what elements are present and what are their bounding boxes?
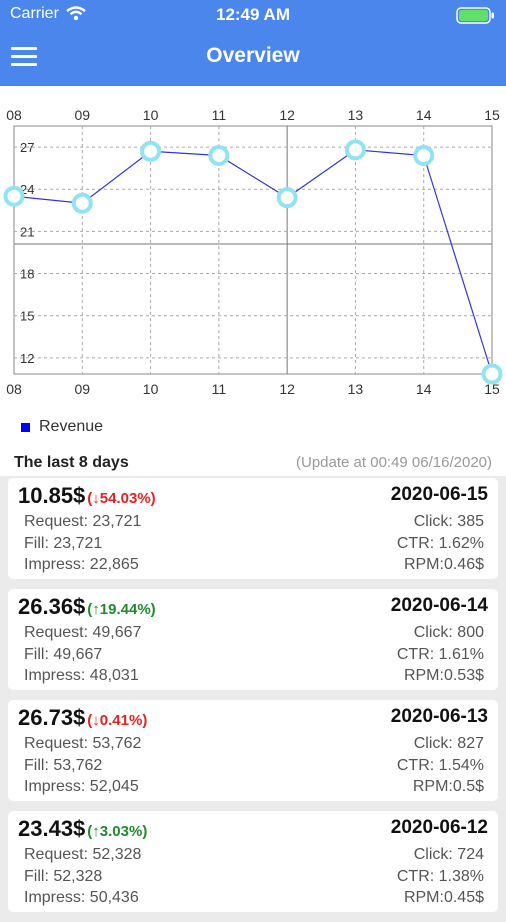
x-tick-label: 11 [212,381,227,397]
revenue-change: (↓54.03%) [87,490,156,507]
request-count: Request: 23,721 [24,513,142,530]
section-title: The last 8 days [14,454,129,471]
x-tick-label: 11 [212,107,227,123]
rpm-value: RPM:0.46$ [403,556,484,573]
click-count: Click: 385 [413,513,484,530]
x-tick-label: 12 [279,107,295,123]
x-tick-label: 08 [6,381,22,397]
clock-time: 12:49 AM [215,5,290,24]
data-point [413,145,435,167]
navigation-bar: Overview [0,30,506,86]
x-tick-label: 13 [348,107,364,123]
data-point [208,145,230,167]
ctr-value: CTR: 1.61% [396,645,484,663]
x-tick-label: 15 [484,107,500,123]
y-tick-label: 15 [20,309,34,324]
data-point [3,185,25,207]
y-tick-label: 27 [20,140,34,155]
y-tick-label: 12 [20,351,34,366]
revenue-series-line [13,149,493,375]
click-count: Click: 724 [413,846,484,863]
rpm-value: RPM:0.5$ [412,778,484,795]
revenue-value: 26.36$ [18,594,86,619]
revenue-value: 23.43$ [18,816,86,841]
report-date: 2020-06-12 [390,817,488,838]
ctr-value: CTR: 1.38% [396,867,484,885]
impress-count: Impress: 50,436 [24,889,139,906]
impress-count: Impress: 52,045 [24,778,139,795]
status-bar: Carrier 12:49 AM [0,0,506,30]
click-count: Click: 827 [413,735,484,752]
y-tick-label: 21 [20,224,34,239]
fill-count: Fill: 23,721 [24,534,103,552]
x-tick-label: 09 [74,107,90,123]
data-point [481,363,503,385]
fill-count: Fill: 49,667 [24,645,103,663]
chart-legend: Revenue [21,418,103,436]
data-point [276,187,298,209]
line-chart: 0808090910101111121213131414151512151821… [3,107,503,397]
request-count: Request: 53,762 [24,735,142,752]
ctr-value: CTR: 1.54% [396,756,484,774]
fill-count: Fill: 53,762 [24,756,103,774]
day-card[interactable]: 26.73$ (↓0.41%) 2020-06-13 Request: 53,76… [8,700,498,801]
report-date: 2020-06-13 [390,706,488,727]
legend-label: Revenue [39,418,104,435]
data-point [140,140,162,162]
day-card[interactable]: 26.36$ (↑19.44%) 2020-06-14 Request: 49,6… [8,589,498,690]
x-tick-label: 10 [143,107,159,123]
day-card[interactable]: 23.43$ (↑3.03%) 2020-06-12 Request: 52,32… [8,811,498,912]
rpm-value: RPM:0.53$ [403,667,484,684]
x-tick-label: 14 [416,107,432,123]
rpm-value: RPM:0.45$ [403,889,484,906]
update-timestamp: (Update at 00:49 06/16/2020) [296,454,492,471]
data-point [344,139,366,161]
data-point [71,192,93,214]
page-title: Overview [206,44,300,67]
revenue-value: 26.73$ [18,705,86,730]
revenue-change: (↓0.41%) [87,712,148,729]
fill-count: Fill: 52,328 [24,867,103,885]
request-count: Request: 52,328 [24,846,142,863]
x-tick-label: 10 [143,381,159,397]
request-count: Request: 49,667 [24,624,142,641]
report-date: 2020-06-14 [390,595,488,616]
x-tick-label: 14 [416,381,432,397]
impress-count: Impress: 22,865 [24,556,139,573]
x-tick-label: 08 [6,107,22,123]
x-tick-label: 09 [74,381,90,397]
daily-report-list: 10.85$ (↓54.03%) 2020-06-15 Request: 23,7… [8,478,498,922]
ctr-value: CTR: 1.62% [396,534,484,552]
legend-swatch [21,422,30,432]
click-count: Click: 800 [413,624,484,641]
impress-count: Impress: 48,031 [24,667,139,684]
revenue-value: 10.85$ [18,483,86,508]
revenue-change: (↑3.03%) [87,823,148,840]
revenue-change: (↑19.44%) [87,601,156,618]
day-card[interactable]: 10.85$ (↓54.03%) 2020-06-15 Request: 23,7… [8,478,498,579]
revenue-chart: 08 08 09 09 10 10 11 11 12 12 13 13 14 14 15 15 12 15 18 21… [0,86,506,450]
battery-icon [456,7,496,29]
y-tick-label: 18 [20,267,34,282]
report-date: 2020-06-15 [390,484,488,505]
x-tick-label: 12 [279,381,295,397]
x-tick-label: 13 [348,381,364,397]
section-header: The last 8 days (Update at 00:49 06/16/2… [0,450,506,476]
